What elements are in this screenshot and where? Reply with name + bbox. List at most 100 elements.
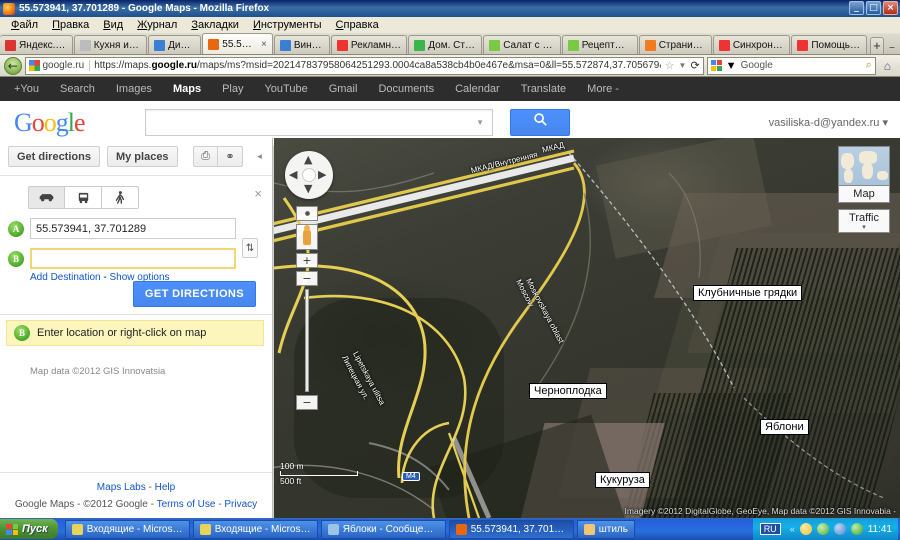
menu-item-3[interactable]: Журнал	[130, 18, 184, 32]
tab-list-button[interactable]: −	[884, 43, 900, 54]
gbar-link-documents[interactable]: Documents	[378, 83, 434, 95]
browser-tab-7[interactable]: Салат с лосо...	[483, 35, 561, 54]
pan-left-icon[interactable]: ◀	[289, 168, 297, 181]
google-logo[interactable]: Google	[14, 108, 86, 138]
maximize-button[interactable]: □	[866, 1, 881, 15]
close-button[interactable]: ×	[883, 1, 898, 15]
browser-tab-5[interactable]: Рекламные к...	[330, 35, 408, 54]
my-places-tab[interactable]: My places	[106, 146, 178, 167]
terms-of-use-link[interactable]: Terms of Use	[157, 499, 216, 510]
zoom-out-button[interactable]: −	[296, 395, 318, 410]
zoom-home-icon[interactable]	[296, 206, 318, 221]
tray-icon[interactable]	[850, 523, 863, 535]
menu-item-6[interactable]: Справка	[329, 18, 386, 32]
gbar-link-search[interactable]: Search	[60, 83, 95, 95]
account-menu[interactable]: vasiliska-d@yandex.ru ▾	[769, 116, 888, 129]
pan-right-icon[interactable]: ▶	[318, 168, 326, 181]
language-indicator[interactable]: RU	[759, 523, 781, 535]
pan-down-icon[interactable]: ▼	[304, 182, 312, 195]
tab-close-icon[interactable]: ×	[261, 39, 267, 50]
add-destination-link[interactable]: Add Destination	[30, 272, 101, 283]
zoom-slider-handle[interactable]: −	[296, 271, 318, 286]
gbar-link-calendar[interactable]: Calendar	[455, 83, 500, 95]
site-identity[interactable]: google.ru	[28, 60, 91, 71]
taskbar-item-3[interactable]: 55.573941, 37.70128...	[448, 519, 574, 539]
gbar-link-images[interactable]: Images	[116, 83, 152, 95]
privacy-link[interactable]: Privacy	[224, 499, 257, 510]
browser-tab-4[interactable]: Винегрет	[273, 35, 330, 54]
pan-up-icon[interactable]: ▲	[304, 153, 312, 166]
new-tab-button[interactable]: +	[869, 37, 885, 54]
taskbar-item-4[interactable]: штиль	[576, 519, 635, 539]
reload-icon[interactable]: ⟳	[690, 59, 699, 72]
menu-item-4[interactable]: Закладки	[184, 18, 246, 32]
collapse-panel-icon[interactable]: ◂	[255, 151, 264, 162]
zoom-in-button[interactable]: +	[296, 253, 318, 268]
print-icon[interactable]: ⎙	[193, 146, 218, 167]
map-place-label-0[interactable]: Клубничные грядки	[693, 285, 803, 301]
browser-tab-6[interactable]: Дом. Строит...	[408, 35, 483, 54]
browser-tab-0[interactable]: Яндекс.Карты	[0, 35, 73, 54]
map-place-label-3[interactable]: Кукуруза	[595, 472, 650, 488]
tray-icon[interactable]	[816, 523, 829, 535]
street-view-pegman[interactable]	[296, 224, 318, 250]
swap-waypoints-icon[interactable]: ⇅	[242, 238, 258, 258]
browser-tab-10[interactable]: Синхронизац...	[712, 35, 791, 54]
tray-expand-icon[interactable]: «	[790, 524, 795, 534]
browser-tab-9[interactable]: Страницы - ...	[638, 35, 712, 54]
browser-tab-3[interactable]: 55.57394... ×	[202, 33, 273, 54]
gbar-link-youtube[interactable]: YouTube	[264, 83, 307, 95]
home-icon[interactable]: ⌂	[879, 59, 896, 73]
minimize-button[interactable]: _	[849, 1, 864, 15]
pan-control[interactable]: ▲ ▼ ◀ ▶	[285, 151, 333, 199]
browser-tab-2[interactable]: Диалоги	[148, 35, 202, 54]
gbar-link-more[interactable]: More -	[587, 83, 619, 95]
clock[interactable]: 11:41	[868, 524, 892, 535]
bookmark-star-icon[interactable]: ☆	[665, 59, 675, 72]
browser-tab-8[interactable]: Рецепты при...	[561, 35, 638, 54]
map-type-label[interactable]: Map	[838, 186, 890, 203]
address-bar[interactable]: google.ru https://maps.google.ru/maps/ms…	[24, 56, 704, 75]
mode-walking[interactable]	[102, 186, 139, 209]
taskbar-item-1[interactable]: Входящие - Microsoft O...	[192, 519, 318, 539]
get-directions-button[interactable]: GET DIRECTIONS	[132, 281, 256, 307]
chevron-down-icon[interactable]: ▼	[476, 118, 484, 127]
back-button[interactable]: ←	[4, 56, 22, 75]
gbar-link-play[interactable]: Play	[222, 83, 243, 95]
get-directions-tab[interactable]: Get directions	[8, 146, 100, 167]
browser-tab-1[interactable]: Кухня и дом...	[73, 35, 148, 54]
zoom-slider-track[interactable]	[305, 289, 309, 392]
gbar-link-translate[interactable]: Translate	[521, 83, 566, 95]
menu-item-2[interactable]: Вид	[96, 18, 130, 32]
url-text[interactable]: https://maps.google.ru/maps/ms?msid=2021…	[94, 60, 660, 71]
tray-icon[interactable]	[799, 523, 812, 535]
map-thumbnail[interactable]	[838, 146, 890, 186]
browser-search-bar[interactable]: ▼ Google ⌕	[706, 56, 876, 75]
search-engine-chevron-icon[interactable]: ▼	[726, 60, 737, 72]
map-canvas[interactable]: МКАД/Внутренняя МКАД Moscow Moskovskaya …	[274, 138, 900, 518]
browser-tab-11[interactable]: Помощь AdF...	[791, 35, 867, 54]
close-directions-icon[interactable]: ×	[254, 186, 262, 201]
tray-icon[interactable]	[833, 523, 846, 535]
chevron-down-icon[interactable]: ▼	[679, 61, 687, 70]
traffic-button[interactable]: Traffic ▾	[838, 209, 890, 233]
mode-driving[interactable]	[28, 186, 65, 209]
origin-input[interactable]: 55.573941, 37.701289	[30, 218, 236, 239]
maps-search-input[interactable]: ▼	[145, 109, 493, 136]
taskbar-item-2[interactable]: Яблоки - Сообщение (H...	[320, 519, 446, 539]
gbar-link-maps[interactable]: Maps	[173, 83, 201, 95]
help-link[interactable]: Help	[155, 482, 176, 493]
pan-center-button[interactable]	[302, 168, 316, 182]
map-place-label-1[interactable]: Черноплодка	[529, 383, 607, 399]
menu-item-0[interactable]: Файл	[4, 18, 45, 32]
mode-transit[interactable]	[65, 186, 102, 209]
maps-labs-link[interactable]: Maps Labs	[97, 482, 146, 493]
maps-search-button[interactable]	[510, 109, 570, 136]
gbar-link-you[interactable]: +You	[14, 83, 39, 95]
map-place-label-2[interactable]: Яблони	[760, 419, 809, 435]
menu-item-1[interactable]: Правка	[45, 18, 96, 32]
gbar-link-gmail[interactable]: Gmail	[329, 83, 358, 95]
search-icon[interactable]: ⌕	[866, 59, 872, 72]
menu-item-5[interactable]: Инструменты	[246, 18, 329, 32]
taskbar-item-0[interactable]: Входящие - Microsoft O...	[64, 519, 190, 539]
